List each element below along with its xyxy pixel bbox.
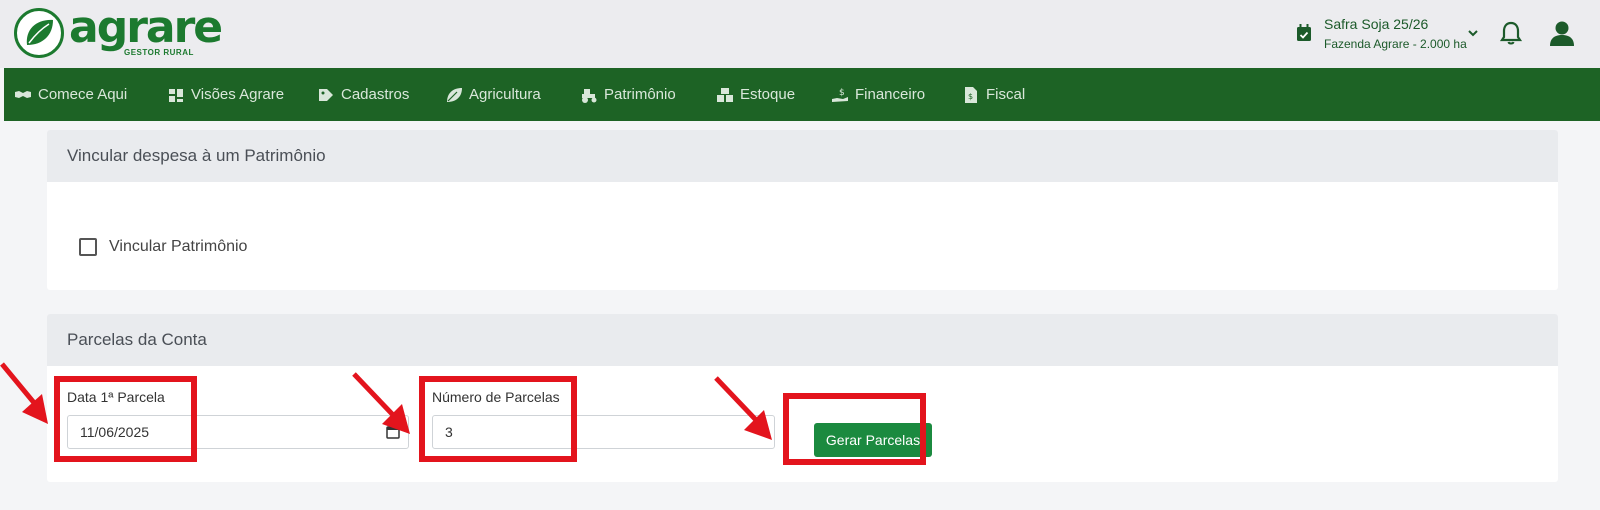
vincular-patrimonio-row[interactable]: Vincular Patrimônio xyxy=(79,238,247,256)
nav-item-label: Agricultura xyxy=(469,86,541,103)
farm-name: Fazenda Agrare - 2.000 ha xyxy=(1324,37,1467,51)
nav-item-patrimonio[interactable]: Patrimônio xyxy=(580,68,676,121)
leaf-icon xyxy=(447,87,462,102)
nav-item-cadastros[interactable]: Cadastros xyxy=(317,68,409,121)
patrimonio-card: Vincular despesa à um Patrimônio Vincula… xyxy=(47,130,1558,290)
arrow-annotation-icon xyxy=(714,376,772,440)
vincular-patrimonio-checkbox[interactable] xyxy=(79,238,97,256)
season-name: Safra Soja 25/26 xyxy=(1324,16,1429,32)
chevron-down-icon xyxy=(1468,30,1478,37)
svg-text:$: $ xyxy=(968,92,973,101)
boxes-icon xyxy=(717,87,733,102)
vincular-patrimonio-label: Vincular Patrimônio xyxy=(109,238,248,255)
parcelas-card-title: Parcelas da Conta xyxy=(47,314,1558,366)
nav-item-financeiro[interactable]: $ Financeiro xyxy=(831,68,925,121)
nav-item-label: Comece Aqui xyxy=(38,86,128,103)
tag-icon xyxy=(319,88,333,101)
nav-item-agricultura[interactable]: Agricultura xyxy=(445,68,541,121)
svg-text:$: $ xyxy=(839,88,845,98)
nav-item-comece-aqui[interactable]: Comece Aqui xyxy=(14,68,127,121)
highlight-box-button xyxy=(783,393,926,465)
nav-item-visoes-agrare[interactable]: Visões Agrare xyxy=(167,68,284,121)
nav-item-label: Financeiro xyxy=(855,86,926,103)
logo-subtitle: GESTOR RURAL xyxy=(124,48,194,57)
nav-item-label: Fiscal xyxy=(986,86,1026,103)
arrow-annotation-icon xyxy=(0,362,48,424)
nav-item-label: Estoque xyxy=(740,86,796,103)
handshake-icon xyxy=(15,90,31,98)
arrow-annotation-icon xyxy=(352,372,410,434)
top-bar: agrare GESTOR RURAL Safra Soja 25/26 Faz… xyxy=(0,0,1600,68)
nav-item-label: Cadastros xyxy=(341,86,410,103)
nav-item-label: Patrimônio xyxy=(604,86,676,103)
highlight-box-date xyxy=(54,376,197,462)
main-nav: Comece Aqui Visões Agrare Cadastros Agri… xyxy=(4,68,1600,121)
leaf-logo-icon xyxy=(14,8,64,58)
highlight-box-count xyxy=(419,376,577,462)
nav-item-label: Visões Agrare xyxy=(191,86,285,103)
invoice-icon: $ xyxy=(965,86,977,103)
money-hand-icon: $ xyxy=(832,88,848,102)
user-avatar-icon[interactable] xyxy=(1548,19,1576,47)
agrare-logo[interactable]: agrare GESTOR RURAL xyxy=(14,2,223,62)
bell-icon[interactable] xyxy=(1499,20,1523,46)
logo-text: agrare xyxy=(69,2,223,53)
season-farm-selector[interactable]: Safra Soja 25/26 Fazenda Agrare - 2.000 … xyxy=(1296,12,1478,56)
tractor-icon xyxy=(582,88,597,103)
nav-item-fiscal[interactable]: $ Fiscal xyxy=(962,68,1025,121)
dashboard-icon xyxy=(169,88,183,102)
calendar-check-icon xyxy=(1297,24,1311,41)
patrimonio-card-title: Vincular despesa à um Patrimônio xyxy=(47,130,1558,182)
nav-item-estoque[interactable]: Estoque xyxy=(716,68,795,121)
